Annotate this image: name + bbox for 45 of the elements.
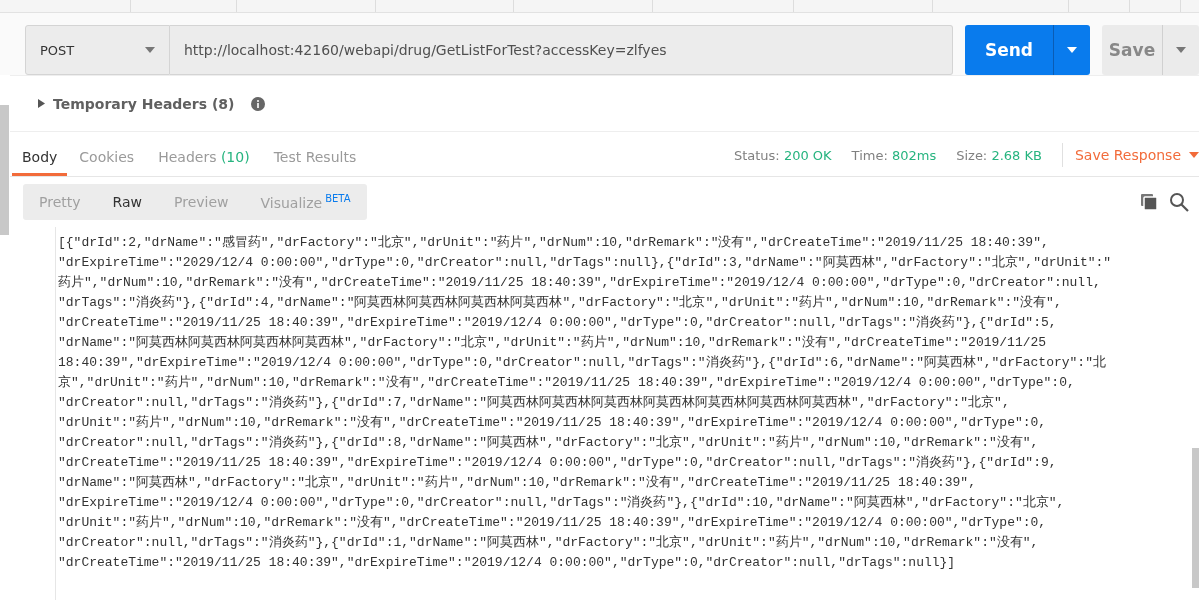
response-body-line: "drCreateTime":"2019/11/25 18:40:39","drExpireTime":"2019/12/4 0:00:00","drType":0,"drCreator":null,"drTags":"消炎药"},{"drId":9,	[58, 454, 1058, 472]
response-meta: Status: 200 OK	[733, 147, 832, 163]
caret-icon	[1176, 47, 1186, 53]
response-body-line: [{"drId":2,"drName":"感冒药","drFactory":"北京","drUnit":"药片","drNum":10,"drRemark":"没有","drCreateTime":"2019/11/25 18:40:39",	[58, 234, 1050, 252]
response-body-line: "drName":"阿莫西林阿莫西林阿莫西林阿莫西林","drFactory":"北京","drUnit":"药片","drNum":10,"drRemark":"没有","drCreateTime":"2019/11/25	[58, 334, 1048, 352]
response-tab[interactable]: Cookies	[67, 140, 147, 176]
method-dropdown[interactable]: POST	[25, 25, 170, 75]
response-body-line: "drCreateTime":"2019/11/25 18:40:39","drExpireTime":"2019/12/4 0:00:00","drType":0,"drCreator":null,"drTags":"消炎药"},{"drId":5,	[58, 314, 1058, 332]
response-body-line: "drTags":"消炎药"},{"drId":4,"drName":"阿莫西林阿莫西林阿莫西林阿莫西林","drFactory":"北京","drUnit":"药片","drNum":10,"drRemark":"没有",	[58, 294, 1063, 312]
response-body-line: "drCreateTime":"2019/11/25 18:40:39","drExpireTime":"2019/12/4 0:00:00","drType":0,"drCreator":null,"drTags":null}]	[58, 554, 957, 572]
response-meta: Time: 802ms	[851, 147, 937, 163]
response-tab[interactable]: Headers (10)	[146, 140, 262, 176]
response-body-line: 药片","drNum":10,"drRemark":"没有","drCreateTime":"2019/11/25 18:40:39","drExpireTime":"2019/12/4 0:00:00","drType":0,"drCreator":null,	[58, 274, 1102, 292]
response-meta: Size: 2.68 KB	[956, 147, 1042, 163]
temporary-headers-toggle[interactable]: Temporary Headers (8)	[38, 95, 235, 112]
url-field[interactable]: http://localhost:42160/webapi/drug/GetListForTest?accessKey=zlfyes	[170, 25, 953, 75]
send-dropdown-button[interactable]	[1053, 25, 1090, 75]
response-body-line: "drName":"阿莫西林","drFactory":"北京","drUnit":"药片","drNum":10,"drRemark":"没有","drCreateTime":"2019/11/25 18:40:39",	[58, 474, 977, 492]
caret-icon	[1189, 152, 1199, 158]
caret-icon	[1067, 47, 1077, 53]
response-body-line: "drCreator":null,"drTags":"消炎药"},{"drId":7,"drName":"阿莫西林阿莫西林阿莫西林阿莫西林阿莫西林阿莫西林阿莫西林","drFactory":"北京",	[58, 394, 1011, 412]
response-body-line: "drCreator":null,"drTags":"消炎药"},{"drId":1,"drName":"阿莫西林","drFactory":"北京","drUnit":"药片","drNum":10,"drRemark":"没有",	[58, 534, 1040, 552]
caret-icon	[145, 47, 155, 53]
view-mode-button[interactable]: Pretty	[23, 184, 97, 220]
response-body-line: "drExpireTime":"2029/12/4 0:00:00","drType":0,"drCreator":null,"drTags":null},{"drId":3,"drName":"阿莫西林","drFactory":"北京","drUnit":"	[58, 254, 1113, 272]
save-button[interactable]: Save	[1102, 25, 1162, 75]
response-body-line: "drCreator":null,"drTags":"消炎药"},{"drId":8,"drName":"阿莫西林","drFactory":"北京","drUnit":"药片","drNum":10,"drRemark":"没有",	[58, 434, 1040, 452]
copy-icon[interactable]	[1139, 192, 1159, 212]
response-body-line: 京","drUnit":"药片","drNum":10,"drRemark":"没有","drCreateTime":"2019/11/25 18:40:39","drExpireTime":"2019/12/4 0:00:00","drType":0,	[58, 374, 1076, 392]
response-body-line: 18:40:39","drExpireTime":"2019/12/4 0:00:00","drType":0,"drCreator":null,"drTags":"消炎药"},{"drId":6,"drName":"阿莫西林","drFactory":"北	[58, 354, 1107, 372]
save-response-button[interactable]: Save Response	[1061, 143, 1199, 167]
scrollbar-thumb[interactable]	[0, 105, 9, 235]
response-body-line: "drUnit":"药片","drNum":10,"drRemark":"没有","drCreateTime":"2019/11/25 18:40:39","drExpireTime":"2019/12/4 0:00:00","drType":0,	[58, 414, 1048, 432]
response-tab[interactable]: Test Results	[261, 140, 369, 176]
scrollbar-thumb[interactable]	[1192, 448, 1199, 588]
view-mode-button[interactable]: Raw	[96, 184, 158, 220]
triangle-icon	[38, 99, 45, 108]
send-button[interactable]: Send	[965, 25, 1053, 75]
response-body-line: "drExpireTime":"2019/12/4 0:00:00","drType":0,"drCreator":null,"drTags":"消炎药"},{"drId":10,"drName":"阿莫西林","drFactory":"北京",	[58, 494, 1066, 512]
search-icon[interactable]	[1169, 192, 1189, 212]
response-body-line: "drUnit":"药片","drNum":10,"drRemark":"没有","drCreateTime":"2019/11/25 18:40:39","drExpireTime":"2019/12/4 0:00:00","drType":0,	[58, 514, 1048, 532]
view-mode-button[interactable]: Visualize $^{BETA}$	[244, 184, 367, 220]
view-mode-button[interactable]: Preview	[158, 184, 245, 220]
info-icon[interactable]	[250, 96, 265, 111]
response-tab[interactable]: Body	[12, 140, 68, 176]
